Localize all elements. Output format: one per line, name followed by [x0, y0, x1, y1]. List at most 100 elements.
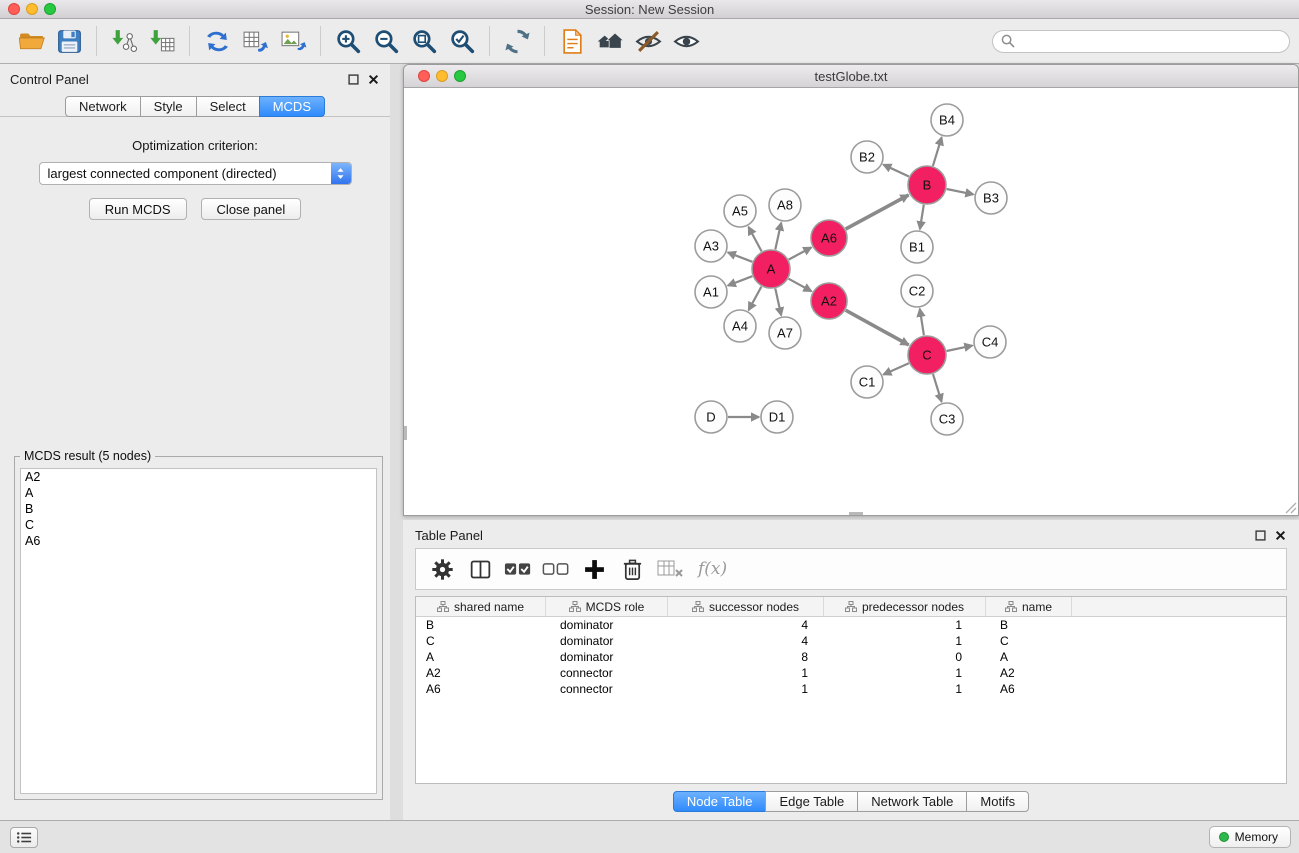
hide-graphics-details-button[interactable]	[629, 23, 667, 59]
add-row-button[interactable]	[580, 554, 608, 584]
apply-layout-button[interactable]	[498, 23, 536, 59]
close-panel-button-2[interactable]: Close panel	[201, 198, 302, 220]
column-header-predecessor-nodes[interactable]: predecessor nodes	[824, 597, 986, 616]
vertical-scrollbar[interactable]	[404, 426, 407, 440]
table-cell[interactable]: B	[416, 617, 546, 633]
table-row[interactable]: A6connector11A6	[416, 681, 1286, 697]
tab-network[interactable]: Network	[65, 96, 141, 117]
delete-table-button[interactable]	[656, 554, 684, 584]
edge-C-C1[interactable]	[883, 363, 908, 374]
column-header-MCDS-role[interactable]: MCDS role	[546, 597, 668, 616]
node-A8[interactable]: A8	[769, 189, 801, 221]
column-header-shared-name[interactable]: shared name	[416, 597, 546, 616]
node-C[interactable]: C	[908, 336, 946, 374]
open-network-file-button[interactable]	[553, 23, 591, 59]
float-table-panel-button[interactable]	[1255, 528, 1269, 542]
select-all-button[interactable]	[504, 554, 532, 584]
mcds-result-item[interactable]: A	[21, 485, 376, 501]
edge-C-C2[interactable]	[920, 309, 924, 335]
table-cell[interactable]: connector	[546, 681, 668, 697]
table-cell[interactable]: B	[986, 617, 1072, 633]
table-row[interactable]: Bdominator41B	[416, 617, 1286, 633]
table-row[interactable]: A2connector11A2	[416, 665, 1286, 681]
node-A[interactable]: A	[752, 250, 790, 288]
node-B1[interactable]: B1	[901, 231, 933, 263]
mcds-result-item[interactable]: A2	[21, 469, 376, 485]
node-A4[interactable]: A4	[724, 310, 756, 342]
table-cell[interactable]: 1	[824, 681, 986, 697]
table-cell[interactable]: C	[416, 633, 546, 649]
table-cell[interactable]: A6	[416, 681, 546, 697]
column-settings-button[interactable]	[428, 554, 456, 584]
edge-A-A5[interactable]	[749, 227, 762, 252]
table-cell[interactable]: A2	[416, 665, 546, 681]
node-D[interactable]: D	[695, 401, 727, 433]
node-C2[interactable]: C2	[901, 275, 933, 307]
edge-A6-B[interactable]	[846, 195, 909, 229]
edge-A-A4[interactable]	[749, 287, 762, 311]
horizontal-scrollbar[interactable]	[849, 512, 863, 515]
table-cell[interactable]: 1	[824, 617, 986, 633]
edge-C-C3[interactable]	[933, 374, 942, 402]
zoom-in-button[interactable]	[329, 23, 367, 59]
export-image-button[interactable]	[274, 23, 312, 59]
edge-A-A2[interactable]	[789, 279, 812, 292]
resize-grip[interactable]	[1285, 502, 1297, 514]
tab-network-table[interactable]: Network Table	[857, 791, 967, 812]
edge-B-B2[interactable]	[883, 165, 909, 177]
edge-C-C4[interactable]	[947, 346, 973, 351]
mcds-result-item[interactable]: B	[21, 501, 376, 517]
table-cell[interactable]: A	[986, 649, 1072, 665]
delete-row-button[interactable]	[618, 554, 646, 584]
new-network-button[interactable]	[198, 23, 236, 59]
table-cell[interactable]: dominator	[546, 633, 668, 649]
show-graphics-details-button[interactable]	[667, 23, 705, 59]
table-cell[interactable]: 0	[824, 649, 986, 665]
import-network-button[interactable]	[105, 23, 143, 59]
home-view-button[interactable]	[591, 23, 629, 59]
table-cell[interactable]: 4	[668, 617, 824, 633]
run-mcds-button[interactable]: Run MCDS	[89, 198, 187, 220]
edge-A-A1[interactable]	[728, 276, 753, 285]
import-table-button[interactable]	[143, 23, 181, 59]
table-cell[interactable]: A	[416, 649, 546, 665]
edge-B-B1[interactable]	[920, 205, 924, 230]
edge-A-A3[interactable]	[728, 252, 753, 261]
node-A7[interactable]: A7	[769, 317, 801, 349]
table-cell[interactable]: dominator	[546, 649, 668, 665]
edge-A-A8[interactable]	[775, 223, 781, 250]
criterion-select[interactable]: largest connected component (directed)	[39, 162, 352, 185]
edge-A2-C[interactable]	[846, 310, 909, 345]
mcds-result-item[interactable]: A6	[21, 533, 376, 549]
node-A3[interactable]: A3	[695, 230, 727, 262]
search-input[interactable]	[992, 30, 1290, 53]
zoom-out-button[interactable]	[367, 23, 405, 59]
task-history-button[interactable]	[10, 827, 38, 848]
node-C4[interactable]: C4	[974, 326, 1006, 358]
zoom-selected-button[interactable]	[443, 23, 481, 59]
table-cell[interactable]: 8	[668, 649, 824, 665]
node-A6[interactable]: A6	[811, 220, 847, 256]
new-table-button[interactable]	[236, 23, 274, 59]
node-C3[interactable]: C3	[931, 403, 963, 435]
node-B4[interactable]: B4	[931, 104, 963, 136]
close-panel-button[interactable]	[368, 72, 382, 86]
table-cell[interactable]: A2	[986, 665, 1072, 681]
close-table-panel-button[interactable]	[1275, 528, 1289, 542]
save-session-button[interactable]	[50, 23, 88, 59]
tab-edge-table[interactable]: Edge Table	[765, 791, 858, 812]
table-cell[interactable]: connector	[546, 665, 668, 681]
memory-button[interactable]: Memory	[1209, 826, 1291, 848]
node-A1[interactable]: A1	[695, 276, 727, 308]
mcds-result-list[interactable]: A2ABCA6	[20, 468, 377, 794]
mcds-result-item[interactable]: C	[21, 517, 376, 533]
function-builder-button[interactable]: f(x)	[694, 559, 731, 579]
table-cell[interactable]: 1	[668, 681, 824, 697]
edge-A-A7[interactable]	[775, 289, 781, 316]
tab-style[interactable]: Style	[140, 96, 197, 117]
table-row[interactable]: Cdominator41C	[416, 633, 1286, 649]
table-cell[interactable]: 1	[824, 665, 986, 681]
float-panel-button[interactable]	[348, 72, 362, 86]
edge-A-A6[interactable]	[789, 247, 812, 259]
tab-select[interactable]: Select	[196, 96, 260, 117]
